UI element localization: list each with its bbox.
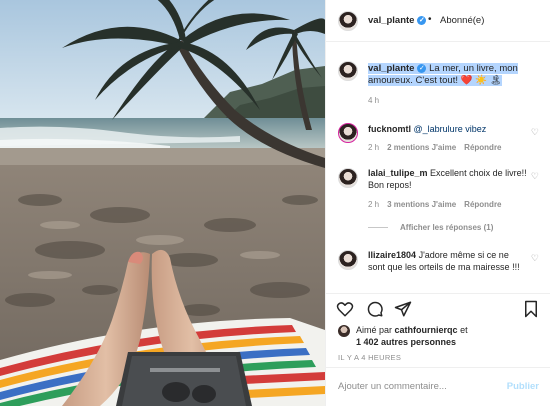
comment-meta: 2 h 3 mentions J'aime Répondre — [368, 200, 502, 209]
header-separator: • — [428, 14, 432, 25]
comment-avatar[interactable] — [338, 123, 358, 143]
small-heart-icon[interactable]: ♡ — [531, 127, 539, 138]
comment-username[interactable]: fucknomtl — [368, 124, 411, 134]
liker-avatar[interactable] — [338, 325, 350, 337]
verified-icon: ✓ — [417, 63, 427, 73]
comment-icon[interactable] — [366, 300, 384, 318]
comment-input[interactable]: Ajouter un commentaire... — [338, 381, 447, 392]
share-icon[interactable] — [394, 300, 412, 318]
follow-status-button[interactable]: Abonné(e) — [440, 15, 484, 26]
beach-scene-image — [0, 0, 325, 406]
replies-divider — [368, 227, 388, 229]
bookmark-icon[interactable] — [522, 300, 540, 318]
likes-summary: Aimé par cathfournierqc et 1 402 autres … — [356, 324, 468, 348]
caption-username[interactable]: val_plante — [368, 63, 414, 74]
publish-button[interactable]: Publier — [507, 381, 539, 392]
comment-likes[interactable]: 3 mentions J'aime — [387, 200, 456, 209]
verified-icon: ✓ — [417, 15, 427, 25]
add-comment-bar: Ajouter un commentaire... Publier — [326, 367, 550, 406]
comment-meta: 2 h 2 mentions J'aime Répondre — [368, 143, 502, 152]
comment-username[interactable]: lalai_tulipe_m — [368, 168, 428, 178]
comment-username[interactable]: llizaire1804 — [368, 250, 416, 260]
likes-suffix: et — [460, 325, 468, 335]
post-side-panel: val_plante ✓ • Abonné(e) val_plante ✓ La m… — [325, 0, 550, 406]
comment-time: 2 h — [368, 143, 380, 152]
caption-time: 4 h — [368, 96, 380, 105]
caption-emojis: ❤️ ☀️ 🏝 — [460, 75, 502, 86]
view-replies-button[interactable]: Afficher les réponses (1) — [368, 223, 493, 232]
small-heart-icon[interactable]: ♡ — [531, 171, 539, 182]
liker-username[interactable]: cathfournierqc — [395, 325, 458, 335]
comment-item: llizaire1804 J'adore même si ce ne sont … — [368, 249, 528, 273]
small-heart-icon[interactable]: ♡ — [531, 253, 539, 264]
reply-button[interactable]: Répondre — [464, 143, 501, 152]
post-photo[interactable] — [0, 0, 325, 406]
heart-icon[interactable] — [336, 300, 354, 318]
comment-avatar[interactable] — [338, 250, 358, 270]
view-replies-label[interactable]: Afficher les réponses (1) — [400, 223, 493, 232]
comment-avatar[interactable] — [338, 168, 358, 188]
caption: val_plante ✓ La mer, un livre, mon amoure… — [368, 63, 546, 87]
author-username-text[interactable]: val_plante — [368, 15, 414, 26]
comments-list[interactable]: val_plante ✓ La mer, un livre, mon amoure… — [326, 43, 550, 293]
comment-item: lalai_tulipe_m Excellent choix de livre!… — [368, 167, 528, 191]
comment-item: fucknomtl @_labrulure vibez — [368, 123, 528, 135]
action-bar: Aimé par cathfournierqc et 1 402 autres … — [326, 293, 550, 365]
caption-avatar[interactable] — [338, 61, 358, 81]
likes-count[interactable]: 1 402 autres personnes — [356, 337, 456, 347]
author-username[interactable]: val_plante ✓ — [368, 15, 427, 26]
author-avatar[interactable] — [338, 11, 358, 31]
reply-button[interactable]: Répondre — [464, 200, 501, 209]
post-header: val_plante ✓ • Abonné(e) — [326, 0, 550, 42]
comment-time: 2 h — [368, 200, 380, 209]
comment-likes[interactable]: 2 mentions J'aime — [387, 143, 456, 152]
comment-text: @_labrulure vibez — [413, 124, 487, 134]
post-timestamp[interactable]: IL Y A 4 HEURES — [338, 353, 401, 362]
likes-prefix: Aimé par — [356, 325, 393, 335]
